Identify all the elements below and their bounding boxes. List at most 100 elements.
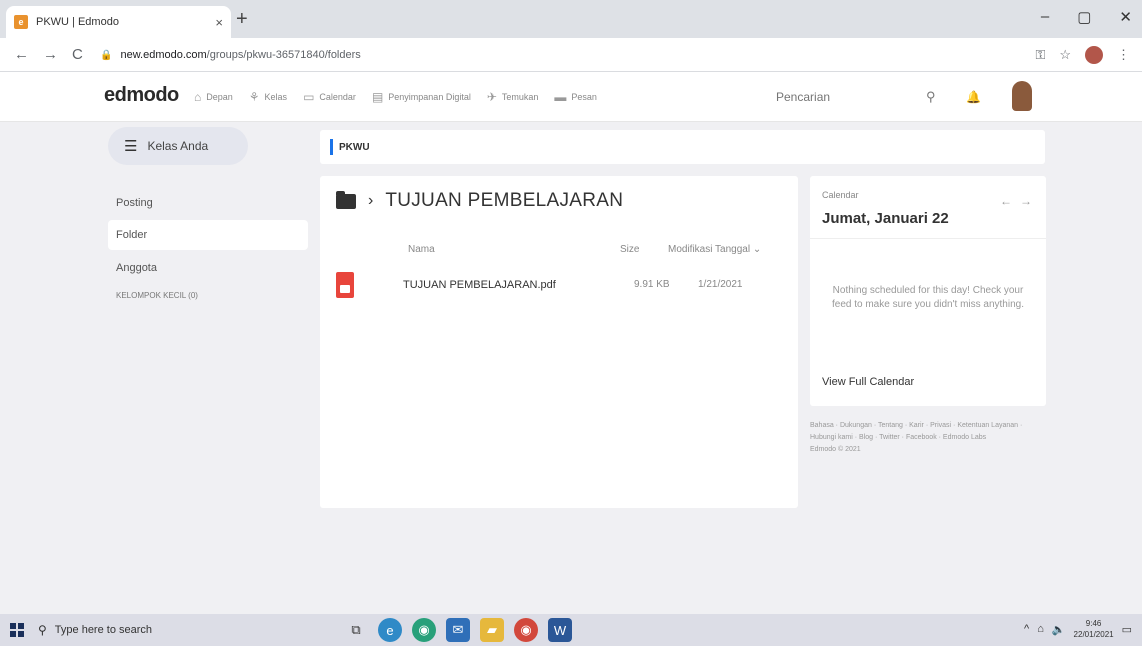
forward-button[interactable]: →	[43, 46, 58, 63]
breadcrumb-group[interactable]: PKWU	[339, 142, 370, 153]
maximize-button[interactable]: ▢	[1077, 8, 1091, 26]
close-window-button[interactable]: ✕	[1119, 8, 1132, 26]
storage-icon: ▤	[371, 90, 384, 104]
volume-icon[interactable]: 🔈	[1052, 623, 1066, 636]
file-date: 1/21/2021	[698, 279, 743, 290]
folder-title: TUJUAN PEMBELAJARAN	[385, 190, 624, 211]
task-view-icon[interactable]: ⧉	[344, 618, 368, 642]
your-classes-label: Kelas Anda	[147, 139, 209, 153]
sidebar-item-folder[interactable]: Folder	[108, 220, 308, 250]
tab-close-icon[interactable]: ×	[215, 15, 223, 30]
calendar-divider	[810, 238, 1046, 239]
edmodo-favicon-icon: e	[14, 15, 28, 29]
search-icon: ⚲	[38, 623, 47, 637]
url-path: /groups/pkwu-36571840/folders	[206, 49, 361, 61]
message-icon: ▬	[554, 90, 567, 104]
column-header-name[interactable]: Nama	[408, 244, 435, 255]
calendar-date: Jumat, Januari 22	[822, 210, 949, 227]
search-icon[interactable]: ⚲	[926, 89, 936, 105]
taskbar-clock[interactable]: 9:46 22/01/2021	[1074, 618, 1114, 640]
footer-copyright: Edmodo © 2021	[810, 446, 861, 453]
classes-icon: ⚘	[248, 90, 260, 104]
folder-icon[interactable]	[336, 190, 356, 209]
nav-label: Temukan	[501, 92, 539, 102]
avatar[interactable]	[1012, 81, 1032, 111]
file-row[interactable]: TUJUAN PEMBELAJARAN.pdf 9.91 KB 1/21/202…	[336, 272, 786, 308]
system-tray: ^ ⌂ 🔈 9:46 22/01/2021 ▭	[1024, 618, 1132, 640]
file-explorer-icon[interactable]: ▰	[480, 618, 504, 642]
hamburger-icon: ☰	[124, 138, 138, 155]
edmodo-header: edmodo ⌂ Depan ⚘ Kelas ▭ Calendar ▤ Penyimpa…	[0, 72, 1142, 122]
search-field: ⚲	[776, 84, 954, 110]
calendar-empty-message: Nothing scheduled for this day! Check yo…	[831, 285, 1024, 310]
clock-date: 22/01/2021	[1073, 630, 1114, 639]
taskbar-search[interactable]: ⚲ Type here to search	[38, 618, 314, 642]
browser-tab[interactable]: e PKWU | Edmodo ×	[6, 6, 231, 38]
calendar-label: Calendar	[822, 190, 859, 200]
edge-icon[interactable]: e	[378, 618, 402, 642]
nav-classes[interactable]: ⚘ Kelas	[249, 90, 287, 104]
url-field[interactable]: 🔒 new.edmodo.com /groups/pkwu-36571840/f…	[100, 44, 1020, 66]
file-size: 9.91 KB	[634, 279, 670, 290]
new-tab-button[interactable]: +	[236, 8, 248, 31]
minimize-button[interactable]: –	[1041, 8, 1049, 26]
nav-home[interactable]: ⌂ Depan	[194, 90, 233, 104]
column-header-size[interactable]: Size	[620, 244, 639, 255]
notification-icon[interactable]: 🔔	[966, 90, 981, 104]
nav-label: Kelas	[264, 92, 288, 102]
sidebar-item-label: Posting	[116, 197, 153, 209]
back-button[interactable]: ←	[14, 46, 29, 63]
taskbar-apps: ⧉ e ◉ ✉ ▰ ◉ W	[344, 618, 572, 642]
clock-time: 9:46	[1085, 619, 1102, 628]
key-icon[interactable]: ⚿	[1035, 47, 1045, 63]
star-icon[interactable]: ☆	[1059, 47, 1071, 63]
edmodo-logo[interactable]: edmodo	[104, 84, 179, 107]
chrome-alt-icon[interactable]: ◉	[412, 618, 436, 642]
nav-calendar[interactable]: ▭ Calendar	[303, 90, 356, 104]
your-classes-button[interactable]: ☰ Kelas Anda	[108, 127, 248, 165]
address-bar-actions: ⚿ ☆ ⋮	[1035, 46, 1130, 64]
discover-icon: ✈	[486, 90, 497, 104]
chrome-icon[interactable]: ◉	[514, 618, 538, 642]
footer-link-list[interactable]: Bahasa · Dukungan · Tentang · Karir · Pr…	[810, 420, 1046, 444]
nav-messages[interactable]: ▬ Pesan	[554, 90, 597, 104]
breadcrumb: PKWU	[320, 130, 1045, 164]
calendar-icon: ▭	[303, 90, 315, 104]
notification-center-icon[interactable]: ▭	[1122, 623, 1132, 636]
sidebar-item-label: KELOMPOK KECIL (0)	[116, 290, 198, 300]
view-full-calendar-link[interactable]: View Full Calendar	[822, 376, 914, 388]
sidebar-item-members[interactable]: Anggota	[108, 253, 308, 283]
windows-start-icon[interactable]	[10, 623, 24, 637]
nav-label: Calendar	[319, 92, 356, 102]
nav-label: Penyimpanan Digital	[388, 92, 471, 102]
breadcrumb-accent	[330, 139, 333, 155]
sidebar-item-small-groups[interactable]: KELOMPOK KECIL (0)	[108, 280, 308, 310]
search-input[interactable]	[776, 90, 926, 104]
windows-taskbar: ⚲ Type here to search ⧉ e ◉ ✉ ▰ ◉ W ^ ⌂ …	[0, 614, 1142, 646]
mail-icon[interactable]: ✉	[446, 618, 470, 642]
profile-icon[interactable]	[1085, 46, 1103, 64]
calendar-arrows: ← →	[1000, 194, 1032, 208]
nav-discover[interactable]: ✈ Temukan	[487, 90, 539, 104]
menu-icon[interactable]: ⋮	[1117, 47, 1130, 63]
reload-button[interactable]: C	[72, 46, 83, 63]
main-nav: ⌂ Depan ⚘ Kelas ▭ Calendar ▤ Penyimpanan Dig…	[194, 90, 597, 104]
pdf-file-icon	[336, 272, 354, 298]
taskbar-search-placeholder: Type here to search	[54, 624, 153, 636]
previous-day-icon[interactable]: ←	[1000, 194, 1012, 208]
column-header-modified[interactable]: Modifikasi Tanggal ⌄	[668, 244, 761, 255]
url-host: new.edmodo.com	[120, 49, 207, 61]
nav-label: Depan	[206, 92, 233, 102]
next-day-icon[interactable]: →	[1020, 194, 1032, 208]
chevron-right-icon: ›	[368, 192, 374, 209]
home-icon: ⌂	[194, 90, 202, 104]
sidebar-item-posting[interactable]: Posting	[108, 188, 308, 218]
lock-icon: 🔒	[100, 49, 113, 61]
footer-links: Bahasa · Dukungan · Tentang · Karir · Pr…	[810, 420, 1046, 456]
file-name[interactable]: TUJUAN PEMBELAJARAN.pdf	[403, 279, 556, 291]
tray-expand-icon[interactable]: ^	[1024, 623, 1029, 635]
nav-storage[interactable]: ▤ Penyimpanan Digital	[372, 90, 471, 104]
word-icon[interactable]: W	[548, 618, 572, 642]
network-icon[interactable]: ⌂	[1037, 623, 1044, 635]
sidebar-item-label: Folder	[116, 229, 148, 241]
